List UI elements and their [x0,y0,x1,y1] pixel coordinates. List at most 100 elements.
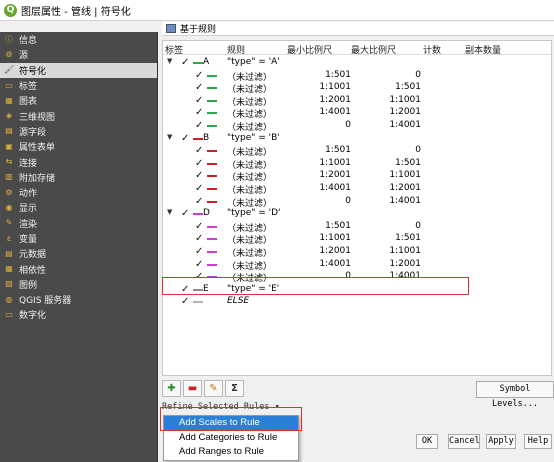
count-features-button[interactable]: Σ [225,380,244,397]
table-row[interactable]: ✓ （未过滤） 0 1:4001 [163,119,551,133]
rule-min-scale: 1:1001 [319,82,351,93]
sidebar-item-12[interactable]: ✎ 渲染 [0,216,157,231]
table-row[interactable]: ✓ （未过滤） 1:4001 1:2001 [163,182,551,196]
legend-icon: ▧ [5,279,13,289]
table-row[interactable]: ✓ （未过滤） 1:2001 1:1001 [163,169,551,183]
apply-button[interactable]: Apply [486,434,516,449]
sidebar-item-11[interactable]: ◉ 显示 [0,200,157,215]
tree-header: 标签 规则 最小比例尺 最大比例尺 计数 副本数量 [163,41,551,56]
rule-max-scale: 0 [415,69,421,80]
rule-based-icon [166,24,176,33]
table-row[interactable]: ✓ （未过滤） 1:1001 1:501 [163,81,551,95]
sidebar-item-15[interactable]: ▦ 相依性 [0,261,157,276]
table-row[interactable]: ▼ ✓ A "type" = 'A' [163,56,551,69]
table-row[interactable]: ✓ （未过滤） 1:1001 1:501 [163,157,551,171]
sidebar-item-label: 数字化 [19,311,47,322]
table-row[interactable]: ✓ （未过滤） 1:1001 1:501 [163,232,551,246]
sidebar-item-13[interactable]: ε 变量 [0,231,157,246]
sidebar-item-label: 显示 [19,204,38,215]
sidebar-item-16[interactable]: ▧ 图例 [0,277,157,292]
sidebar-item-label: 连接 [19,158,38,169]
sidebar-item-17[interactable]: ◍ QGIS 服务器 [0,292,157,307]
cancel-button[interactable]: Cancel [448,434,480,449]
sidebar-item-18[interactable]: ▭ 数字化 [0,307,157,322]
expand-icon[interactable]: ▼ [167,133,172,141]
rule-min-scale: 1:4001 [319,258,351,269]
rule-checkbox[interactable]: ✓ [181,133,189,144]
sidebar-item-1[interactable]: ⚙ 源 [0,47,157,62]
table-row[interactable]: ✓ （未过滤） 1:4001 1:2001 [163,258,551,272]
sidebar-item-8[interactable]: ⇆ 连接 [0,154,157,169]
labels-icon: ▭ [5,80,13,90]
sidebar-item-10[interactable]: ⚙ 动作 [0,185,157,200]
table-row[interactable]: ▼ ✓ D "type" = 'D' [163,207,551,220]
symbol-levels-button[interactable]: Symbol Levels... [476,381,554,409]
rule-checkbox[interactable]: ✓ [195,107,203,118]
symbol-swatch [207,99,217,102]
rule-max-scale: 0 [415,220,421,231]
sidebar: ⓘ 信息 ⚙ 源 🖌 符号化 ▭ 标签 ▦ 图表 ◈ 三维视图 ▤ 源字段 ▣ 属性表单 ⇆ 连接 ▥ 附加存储 ⚙ 动作… [0,32,158,462]
expand-icon[interactable]: ▼ [167,208,172,216]
table-row[interactable]: ✓ ELSE [163,295,551,308]
sidebar-item-14[interactable]: ▤ 元数据 [0,246,157,261]
rules-tree[interactable]: 标签 规则 最小比例尺 最大比例尺 计数 副本数量 ▼ ✓ A "type" = 'A… [162,40,552,376]
edit-rule-button[interactable]: ✎ [204,380,223,397]
rule-checkbox[interactable]: ✓ [195,145,203,156]
help-button[interactable]: Help [524,434,552,449]
renderer-type-selector[interactable]: 基于规则 [162,22,554,36]
rule-checkbox[interactable]: ✓ [195,158,203,169]
rule-min-scale: 1:4001 [319,107,351,118]
sidebar-item-label: QGIS 服务器 [19,296,72,307]
sidebar-item-7[interactable]: ▣ 属性表单 [0,139,157,154]
sidebar-item-2[interactable]: 🖌 符号化 [0,62,157,78]
rule-checkbox[interactable]: ✓ [181,296,189,307]
rule-checkbox[interactable]: ✓ [195,70,203,81]
rule-checkbox[interactable]: ✓ [195,183,203,194]
sidebar-item-3[interactable]: ▭ 标签 [0,78,157,93]
table-row[interactable]: ✓ （未过滤） 1:501 0 [163,69,551,83]
rule-checkbox[interactable]: ✓ [195,196,203,207]
rule-min-scale: 1:2001 [319,94,351,105]
highlight-box-rule-e [162,277,469,295]
expand-icon[interactable]: ▼ [167,57,172,65]
sidebar-item-9[interactable]: ▥ 附加存储 [0,170,157,185]
rules-toolbar: ✚ ▬ ✎ Σ [162,380,246,398]
sidebar-item-4[interactable]: ▦ 图表 [0,93,157,108]
table-row[interactable]: ✓ （未过滤） 1:501 0 [163,144,551,158]
rule-checkbox[interactable]: ✓ [195,221,203,232]
rule-checkbox[interactable]: ✓ [181,57,189,68]
add-rule-button[interactable]: ✚ [162,380,181,397]
metadata-icon: ▤ [5,248,13,258]
fields-icon: ▤ [5,126,13,136]
menu-item-2[interactable]: Add Ranges to Rule [164,445,298,460]
rule-checkbox[interactable]: ✓ [195,246,203,257]
rule-filter: "type" = 'D' [227,208,281,219]
table-row[interactable]: ✓ （未过滤） 1:4001 1:2001 [163,106,551,120]
sidebar-item-0[interactable]: ⓘ 信息 [0,32,157,47]
sidebar-item-6[interactable]: ▤ 源字段 [0,124,157,139]
sidebar-item-5[interactable]: ◈ 三维视图 [0,108,157,123]
rule-filter: "type" = 'A' [227,57,280,67]
sidebar-item-label: 相依性 [19,265,47,276]
rule-max-scale: 1:2001 [389,258,421,269]
rule-filter: ELSE [227,296,250,307]
rule-checkbox[interactable]: ✓ [195,120,203,131]
rule-max-scale: 1:2001 [389,107,421,118]
qgis-server-icon: ◍ [5,294,13,304]
table-row[interactable]: ✓ （未过滤） 0 1:4001 [163,195,551,209]
ok-button[interactable]: OK [416,434,438,449]
rule-checkbox[interactable]: ✓ [195,233,203,244]
table-row[interactable]: ✓ （未过滤） 1:2001 1:1001 [163,94,551,108]
header-count: 计数 [423,46,442,56]
remove-rule-button[interactable]: ▬ [183,380,202,397]
table-row[interactable]: ▼ ✓ B "type" = 'B' [163,132,551,145]
sidebar-item-label: 标签 [19,82,38,93]
menu-item-1[interactable]: Add Categories to Rule [164,431,298,446]
rule-checkbox[interactable]: ✓ [195,170,203,181]
rule-checkbox[interactable]: ✓ [195,259,203,270]
table-row[interactable]: ✓ （未过滤） 1:501 0 [163,220,551,234]
rule-checkbox[interactable]: ✓ [195,95,203,106]
table-row[interactable]: ✓ （未过滤） 1:2001 1:1001 [163,245,551,259]
rule-checkbox[interactable]: ✓ [181,208,189,219]
rule-checkbox[interactable]: ✓ [195,82,203,93]
